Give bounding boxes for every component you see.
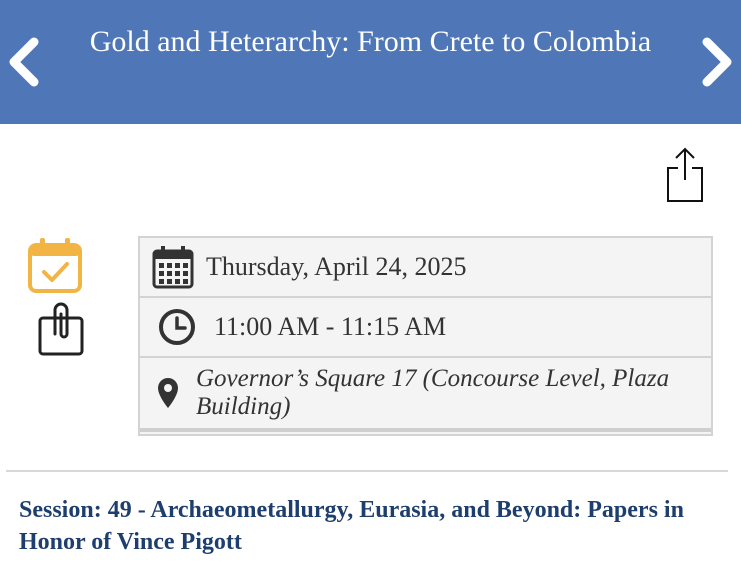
back-button[interactable] xyxy=(0,28,48,96)
add-to-calendar-button[interactable] xyxy=(26,236,84,294)
calendar-icon xyxy=(140,245,206,289)
page-title: Gold and Heterarchy: From Crete to Colom… xyxy=(89,25,652,58)
section-divider xyxy=(6,470,728,472)
date-row: Thursday, April 24, 2025 xyxy=(140,238,711,298)
event-location: Governor’s Square 17 (Concourse Level, P… xyxy=(196,365,670,420)
event-time: 11:00 AM - 11:15 AM xyxy=(214,312,447,341)
forward-button[interactable] xyxy=(693,28,741,96)
paperclip-icon xyxy=(38,302,84,356)
location-row[interactable]: Governor’s Square 17 (Concourse Level, P… xyxy=(140,358,711,432)
share-icon xyxy=(667,147,703,202)
time-row: 11:00 AM - 11:15 AM xyxy=(140,298,711,358)
chevron-left-icon xyxy=(9,37,39,87)
share-button[interactable] xyxy=(664,146,706,204)
calendar-check-icon xyxy=(28,238,82,293)
header-bar: Gold and Heterarchy: From Crete to Colom… xyxy=(0,0,741,124)
clock-icon xyxy=(140,308,214,346)
map-pin-icon xyxy=(140,377,196,409)
attachment-button[interactable] xyxy=(36,300,88,358)
chevron-right-icon xyxy=(702,37,732,87)
event-date: Thursday, April 24, 2025 xyxy=(206,252,467,281)
event-details-panel: Thursday, April 24, 2025 11:00 AM - 11:1… xyxy=(138,236,713,436)
session-link[interactable]: Session: 49 - Archaeometallurgy, Eurasia… xyxy=(19,494,719,558)
